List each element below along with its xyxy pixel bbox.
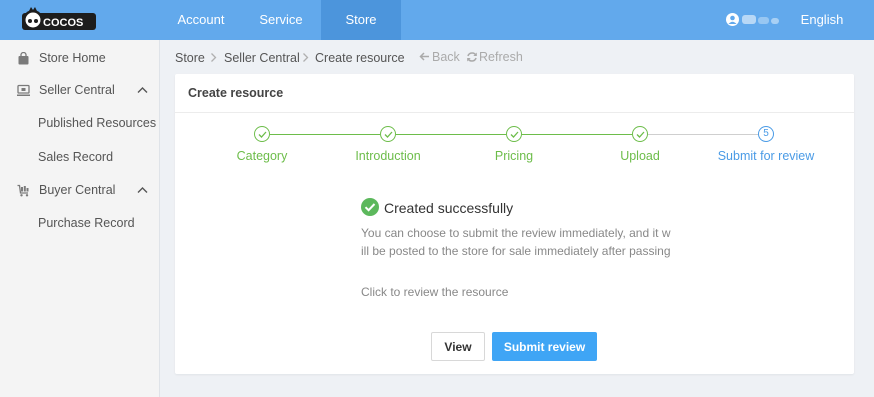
sidebar-item-label: Buyer Central <box>39 183 116 197</box>
redacted-block <box>742 15 756 24</box>
arrow-left-icon <box>419 52 429 61</box>
sidebar-item-label: Sales Record <box>38 150 114 164</box>
user-name-redacted[interactable] <box>742 14 782 25</box>
step-3-check-icon <box>506 126 522 142</box>
step-4-check-icon <box>632 126 648 142</box>
step-label-upload: Upload <box>620 149 660 163</box>
chevron-right-icon <box>303 53 309 62</box>
breadcrumb-seller-central[interactable]: Seller Central <box>224 51 300 65</box>
step-label-submit-for-review: Submit for review <box>717 149 815 163</box>
sidebar-item-label: Store Home <box>39 51 106 65</box>
chevron-right-icon <box>211 53 217 62</box>
breadcrumb-store[interactable]: Store <box>175 51 205 65</box>
sidebar-item-buyer-central[interactable]: Buyer Central <box>0 174 159 207</box>
refresh-label: Refresh <box>479 50 523 64</box>
user-avatar-icon[interactable] <box>726 13 739 26</box>
step-label-introduction: Introduction <box>355 149 421 163</box>
nav-store[interactable]: Store <box>321 0 401 40</box>
step-2-check-icon <box>380 126 396 142</box>
step-connector <box>270 134 380 135</box>
success-title: Created successfully <box>384 200 514 216</box>
submit-review-button[interactable]: Submit review <box>492 332 597 361</box>
step-label-pricing: Pricing <box>494 149 534 163</box>
panel-title: Create resource <box>188 86 284 100</box>
step-1-check-icon <box>254 126 270 142</box>
chevron-up-icon[interactable] <box>137 186 148 194</box>
nav-service[interactable]: Service <box>243 0 319 40</box>
chevron-up-icon[interactable] <box>137 86 148 94</box>
panel-divider <box>175 112 854 113</box>
nav-account[interactable]: Account <box>163 0 239 40</box>
success-description: You can choose to submit the review imme… <box>361 226 671 258</box>
shopping-cart-icon <box>17 184 29 197</box>
cocos-logo[interactable]: COCOS <box>22 6 96 34</box>
sidebar-item-purchase-record[interactable]: Purchase Record <box>0 207 159 240</box>
sidebar-item-label: Purchase Record <box>38 216 135 230</box>
view-button[interactable]: View <box>431 332 485 361</box>
sidebar-item-label: Published Resources <box>38 116 157 130</box>
language-switch[interactable]: English <box>795 0 849 40</box>
redacted-block <box>758 17 769 24</box>
step-connector <box>396 134 506 135</box>
step-connector <box>648 134 758 135</box>
sidebar: Store Home Seller Central Published Reso… <box>0 40 160 397</box>
sidebar-item-store-home[interactable]: Store Home <box>0 42 159 75</box>
breadcrumb-create-resource: Create resource <box>315 51 405 65</box>
shopping-bag-icon <box>18 52 29 65</box>
step-5-number: 5 <box>758 126 774 142</box>
sidebar-item-label: Seller Central <box>39 83 115 97</box>
seller-monitor-icon <box>17 84 30 96</box>
logo-text: COCOS <box>43 17 83 29</box>
sidebar-item-published-resources[interactable]: Published Resources <box>0 107 159 140</box>
success-check-icon <box>361 198 379 216</box>
top-nav-bar: COCOS Account Service Store English <box>0 0 874 40</box>
refresh-icon <box>467 52 477 62</box>
sidebar-item-sales-record[interactable]: Sales Record <box>0 141 159 174</box>
step-connector <box>522 134 632 135</box>
back-label: Back <box>432 50 460 64</box>
sidebar-item-seller-central[interactable]: Seller Central <box>0 74 159 107</box>
review-resource-link[interactable]: Click to review the resource <box>361 285 508 299</box>
redacted-block <box>771 18 779 24</box>
step-label-category: Category <box>236 149 288 163</box>
